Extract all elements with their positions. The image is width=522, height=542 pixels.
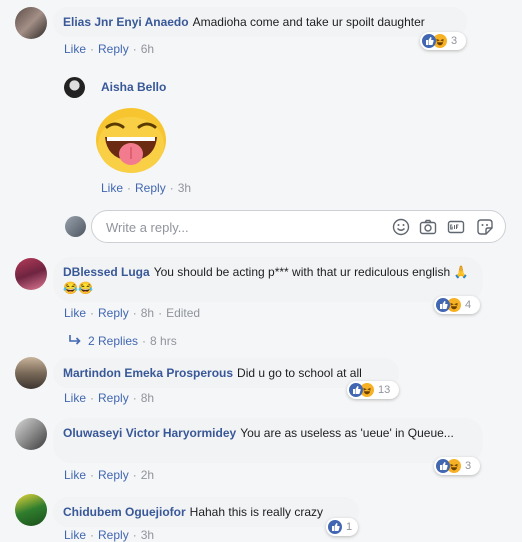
comment-actions: Like · Reply · 2h <box>64 468 155 482</box>
comment-actions: Like · Reply · 3h <box>64 528 155 542</box>
reply-link[interactable]: Reply <box>98 42 129 56</box>
edited-label[interactable]: Edited <box>166 306 200 320</box>
like-reaction-icon <box>328 520 342 534</box>
reply-arrow-icon <box>68 334 82 349</box>
avatar[interactable] <box>15 258 47 290</box>
avatar[interactable] <box>64 77 85 98</box>
timestamp[interactable]: 2h <box>141 468 154 482</box>
camera-icon[interactable] <box>419 218 437 236</box>
comment-bubble: Martindon Emeka Prosperous Did u go to sc… <box>53 358 399 388</box>
emoji-icon[interactable] <box>392 218 410 236</box>
comment-actions: Like · Reply · 6h <box>64 42 155 56</box>
reaction-summary[interactable]: 3 <box>434 457 480 475</box>
comment-author-link[interactable]: Oluwaseyi Victor Haryormidey <box>63 426 236 440</box>
avatar[interactable] <box>15 494 47 526</box>
avatar[interactable] <box>15 7 47 39</box>
reply-link[interactable]: Reply <box>98 528 129 542</box>
reply-link[interactable]: Reply <box>98 306 129 320</box>
comment-actions: Like · Reply · 8h · Edited <box>64 306 201 320</box>
reaction-count: 1 <box>346 521 353 533</box>
reply-composer <box>91 210 506 243</box>
reaction-count: 13 <box>378 384 391 396</box>
like-reaction-icon <box>436 459 450 473</box>
comment-bubble: DBlessed Luga You should be acting p*** w… <box>53 257 483 302</box>
timestamp[interactable]: 8h <box>141 306 154 320</box>
comment-text: Hahah this is really crazy <box>189 505 324 519</box>
comment-text: You are as useless as 'ueue' in Queue... <box>240 426 454 440</box>
reply-author-link[interactable]: Aisha Bello <box>101 80 166 94</box>
like-link[interactable]: Like <box>64 306 86 320</box>
sticker-icon[interactable] <box>476 218 494 236</box>
gif-icon[interactable] <box>447 218 465 236</box>
reaction-summary[interactable]: 3 <box>420 32 466 50</box>
reply-input[interactable] <box>104 219 378 236</box>
avatar[interactable] <box>15 418 47 450</box>
avatar[interactable] <box>15 357 47 389</box>
like-link[interactable]: Like <box>64 468 86 482</box>
comment-bubble: Chidubem Oguejiofor Hahah this is really … <box>53 497 359 527</box>
timestamp[interactable]: 3h <box>178 181 191 195</box>
like-reaction-icon <box>422 34 436 48</box>
reaction-count: 4 <box>465 299 472 311</box>
reply-link[interactable]: Reply <box>98 391 129 405</box>
laughing-sticker-icon <box>93 105 169 175</box>
timestamp[interactable]: 3h <box>141 528 154 542</box>
comment-text: Did u go to school at all <box>237 366 362 380</box>
comment-author-link[interactable]: Martindon Emeka Prosperous <box>63 366 233 380</box>
comment-author-link[interactable]: Elias Jnr Enyi Anaedo <box>63 15 189 29</box>
comment-text: Amadioha come and take ur spoilt daughte… <box>192 15 425 29</box>
like-reaction-icon <box>349 383 363 397</box>
timestamp[interactable]: 6h <box>141 42 154 56</box>
reaction-summary[interactable]: 1 <box>326 518 358 536</box>
comment-bubble: Oluwaseyi Victor Haryormidey You are as u… <box>53 418 483 463</box>
like-link[interactable]: Like <box>64 391 86 405</box>
reply-link[interactable]: Reply <box>135 181 166 195</box>
reaction-summary[interactable]: 4 <box>434 296 480 314</box>
comment-author-link[interactable]: Chidubem Oguejiofor <box>63 505 186 519</box>
comment-actions: Like · Reply · 8h <box>64 391 155 405</box>
replies-time: 8 hrs <box>150 334 177 348</box>
reaction-summary[interactable]: 13 <box>347 381 399 399</box>
reaction-count: 3 <box>465 460 472 472</box>
current-user-avatar <box>65 216 86 237</box>
timestamp[interactable]: 8h <box>141 391 154 405</box>
like-link[interactable]: Like <box>64 42 86 56</box>
reply-actions: Like · Reply · 3h <box>101 181 192 195</box>
view-replies-link[interactable]: 2 Replies <box>88 334 138 348</box>
comment-author-link[interactable]: DBlessed Luga <box>63 265 150 279</box>
like-link[interactable]: Like <box>101 181 123 195</box>
like-link[interactable]: Like <box>64 528 86 542</box>
comment-bubble: Elias Jnr Enyi Anaedo Amadioha come and t… <box>53 7 467 37</box>
reply-link[interactable]: Reply <box>98 468 129 482</box>
like-reaction-icon <box>436 298 450 312</box>
view-replies-row[interactable]: 2 Replies · 8 hrs <box>68 334 177 349</box>
reaction-count: 3 <box>451 35 458 47</box>
